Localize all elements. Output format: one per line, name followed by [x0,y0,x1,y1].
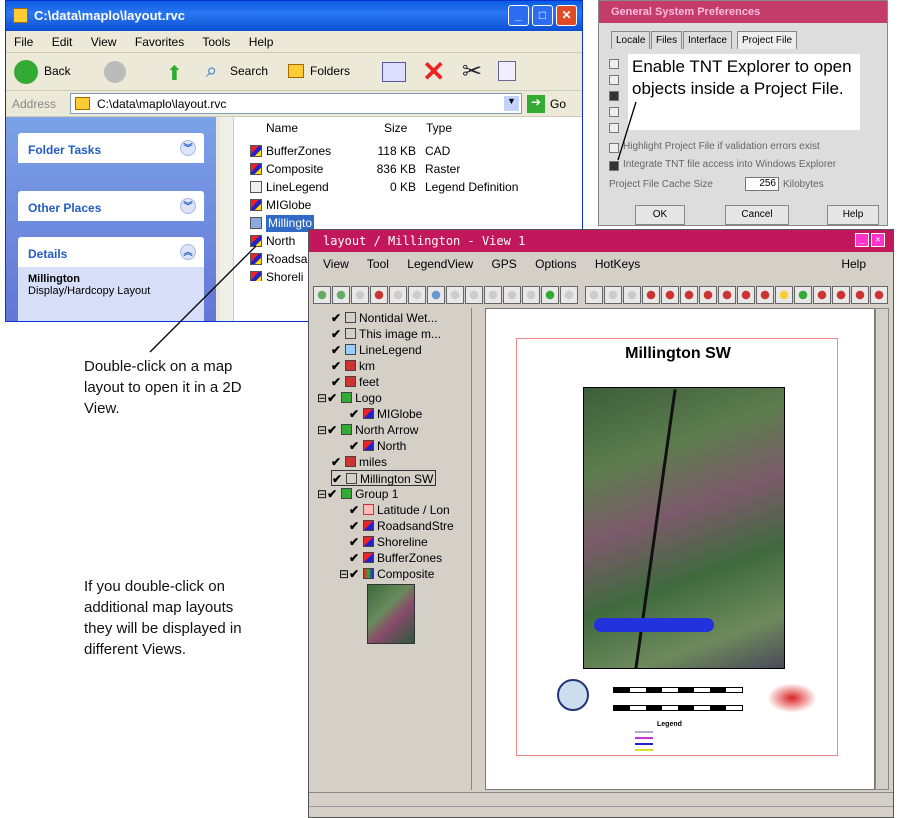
pointer-line [617,101,637,161]
pointer-line [149,245,257,353]
callout-lines [149,101,637,353]
